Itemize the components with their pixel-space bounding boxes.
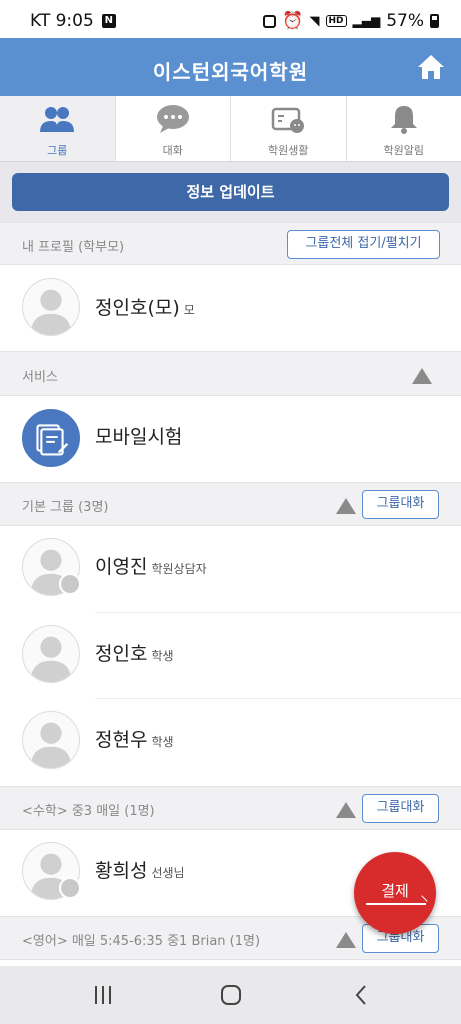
- signal-icon: ▂▄▆: [352, 14, 381, 28]
- document-pen-icon: [36, 424, 69, 456]
- app-title: 이스턴외국어학원: [152, 60, 309, 84]
- member-row[interactable]: 정인호 학생: [0, 613, 461, 699]
- app-bar: 이스턴외국어학원: [0, 38, 461, 96]
- collapse-expand-all-button[interactable]: 그룹전체 접기/펼치기: [287, 230, 440, 259]
- section-title: 내 프로필 (학부모): [22, 240, 125, 255]
- member-name: 정현우: [95, 729, 148, 751]
- profile-role: 모: [183, 303, 195, 317]
- tab-notices[interactable]: 학원알림: [347, 96, 461, 161]
- alarm-icon: ⏰: [282, 11, 304, 31]
- home-nav-icon[interactable]: [216, 981, 246, 1009]
- member-name-line: 정인호 학생: [95, 639, 174, 666]
- service-row-mobile-exam[interactable]: 모바일시험: [0, 396, 461, 482]
- member-role: 선생님: [151, 866, 185, 880]
- member-role: 학원상담자: [151, 562, 207, 576]
- group-chat-button[interactable]: 그룹대화: [362, 794, 439, 823]
- smile-badge-icon: [59, 877, 81, 899]
- section-title: 서비스: [22, 370, 58, 385]
- update-area: 정보 업데이트: [0, 162, 461, 222]
- member-name: 황희성: [95, 860, 148, 882]
- profile-name-line: 정인호(모) 모: [95, 293, 195, 320]
- service-name: 모바일시험: [95, 426, 183, 448]
- person-silhouette-icon: [30, 636, 72, 682]
- member-name-line: 황희성 선생님: [95, 856, 185, 883]
- profile-row[interactable]: 정인호(모) 모: [0, 265, 461, 351]
- section-title: <영어> 매일 5:45-6:35 중1 Brian (1명): [22, 934, 261, 949]
- group-icon: [40, 107, 75, 132]
- smile-badge-icon: [59, 573, 81, 595]
- member-name-line: 이영진 학원상담자: [95, 552, 207, 579]
- collapse-basic-group-icon[interactable]: [336, 498, 356, 514]
- tab-group[interactable]: 그룹: [0, 96, 116, 161]
- sim-icon: [263, 14, 277, 28]
- wifi-icon: ◥: [309, 13, 320, 29]
- tab-academy-life[interactable]: 학원생활: [231, 96, 347, 161]
- payment-fab-button[interactable]: 결제: [354, 852, 436, 934]
- mobile-exam-icon: [22, 409, 80, 467]
- tab-notices-label: 학원알림: [383, 144, 424, 157]
- back-icon[interactable]: [346, 981, 376, 1009]
- chat-bubble-icon: [156, 105, 189, 133]
- tab-bar: 그룹 대화 학원생활 학원알림: [0, 96, 461, 162]
- arrow-line: [366, 903, 426, 905]
- member-name: 이영진: [95, 556, 148, 578]
- tab-group-label: 그룹: [47, 144, 68, 157]
- avatar: [22, 625, 80, 683]
- section-math-group: <수학> 중3 매일 (1명) 그룹대화: [0, 786, 461, 830]
- carrier-time: KT 9:05: [30, 11, 94, 31]
- collapse-service-icon[interactable]: [412, 368, 432, 384]
- bell-icon: [390, 106, 417, 134]
- tab-chat[interactable]: 대화: [116, 96, 231, 161]
- profile-name: 정인호(모): [95, 297, 180, 319]
- tab-academy-life-label: 학원생활: [268, 144, 309, 157]
- person-silhouette-icon: [30, 289, 72, 335]
- section-my-profile: 내 프로필 (학부모) 그룹전체 접기/펼치기: [0, 222, 461, 265]
- update-info-button[interactable]: 정보 업데이트: [12, 173, 449, 211]
- collapse-english-group-icon[interactable]: [336, 932, 356, 948]
- avatar: [22, 278, 80, 336]
- section-title: <수학> 중3 매일 (1명): [22, 804, 155, 819]
- home-icon[interactable]: [417, 54, 445, 80]
- section-basic-group: 기본 그룹 (3명) 그룹대화: [0, 482, 461, 526]
- system-nav-bar: [0, 966, 461, 1024]
- section-service: 서비스: [0, 351, 461, 396]
- battery-percent: 57%: [386, 11, 424, 31]
- status-bar: KT 9:05 N ⏰ ◥ HD ▂▄▆ 57%: [0, 0, 461, 38]
- collapse-math-group-icon[interactable]: [336, 802, 356, 818]
- person-silhouette-icon: [30, 722, 72, 768]
- member-row[interactable]: 정현우 학생: [0, 699, 461, 786]
- recent-apps-icon[interactable]: [88, 981, 118, 1009]
- board-icon: [272, 107, 305, 133]
- member-role: 학생: [151, 735, 174, 749]
- battery-icon: [430, 14, 439, 28]
- notification-icon: N: [101, 14, 116, 28]
- member-row[interactable]: 이영진 학원상담자: [0, 526, 461, 613]
- member-name: 정인호: [95, 643, 148, 665]
- tab-chat-label: 대화: [162, 144, 183, 157]
- group-chat-button[interactable]: 그룹대화: [362, 490, 439, 519]
- member-name-line: 정현우 학생: [95, 725, 174, 752]
- hd-voice-icon: HD: [325, 15, 347, 27]
- section-title: 기본 그룹 (3명): [22, 500, 109, 515]
- member-role: 학생: [151, 649, 174, 663]
- avatar: [22, 711, 80, 769]
